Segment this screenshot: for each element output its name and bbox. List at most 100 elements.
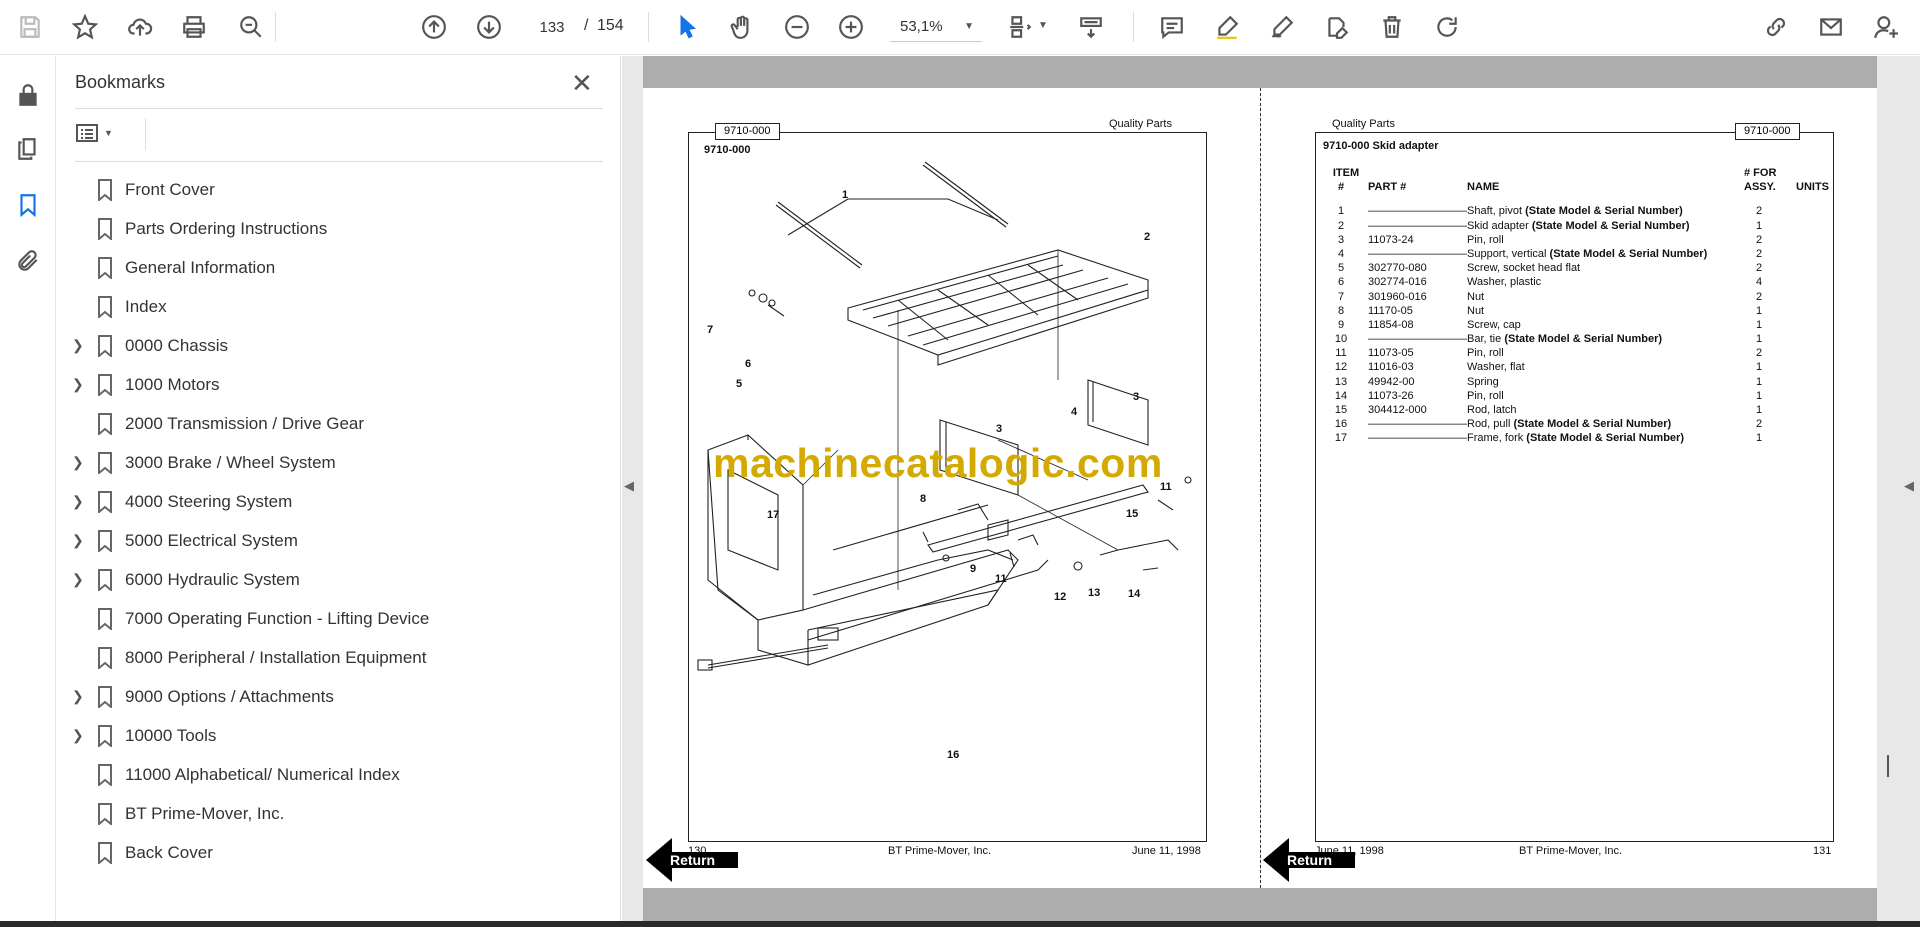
chevron-right-icon[interactable]: ❯ [72, 493, 86, 510]
draw-freehand-icon[interactable] [1264, 9, 1300, 45]
header-quality-parts: Quality Parts [1109, 118, 1172, 130]
list-options-icon [76, 124, 98, 142]
callout-15: 15 [1126, 508, 1138, 520]
bookmark-icon [98, 803, 112, 825]
fill-sign-icon[interactable] [1319, 9, 1355, 45]
pages-thumbnails-icon[interactable] [13, 134, 43, 164]
collapse-left-panel-icon[interactable]: ◀ [624, 478, 634, 494]
chevron-down-icon: ▼ [964, 21, 974, 32]
callout-9: 9 [970, 563, 976, 575]
chevron-right-icon[interactable]: ❯ [72, 571, 86, 588]
share-link-icon[interactable] [1758, 9, 1794, 45]
add-user-icon[interactable] [1868, 9, 1904, 45]
page-fit-chevron-icon[interactable]: ▼ [1038, 20, 1048, 31]
bookmark-item[interactable]: ❯ 0000 Chassis [57, 326, 621, 365]
cell-name: Washer, flat [1467, 361, 1744, 375]
lock-icon[interactable] [13, 80, 43, 110]
bookmark-item[interactable]: ❯ 10000 Tools [57, 716, 621, 755]
header-quality-parts-right: Quality Parts [1332, 118, 1395, 130]
cell-qty: 1 [1755, 333, 1763, 346]
cell-part: 11170-05 [1368, 304, 1413, 317]
callout-2: 2 [1144, 231, 1150, 243]
table-row: 1 ————————— Shaft, pivot (State Model & Se… [1326, 205, 1829, 219]
star-icon[interactable] [67, 9, 103, 45]
bookmark-item[interactable]: Parts Ordering Instructions [57, 209, 621, 248]
cell-qty: 1 [1755, 361, 1763, 374]
chevron-right-icon[interactable]: ❯ [72, 532, 86, 549]
zoom-out-icon[interactable] [779, 9, 815, 45]
part-name: Nut [1467, 304, 1485, 317]
part-name: Pin, roll [1467, 233, 1504, 246]
bookmark-item[interactable]: ❯ 3000 Brake / Wheel System [57, 443, 621, 482]
cell-part: ————————— [1368, 247, 1467, 260]
hand-tool-icon[interactable] [724, 9, 760, 45]
return-button-left[interactable]: Return [670, 852, 715, 868]
comment-icon[interactable] [1154, 9, 1190, 45]
cell-part: 11016-03 [1368, 361, 1414, 374]
page-fit-icon[interactable] [1002, 9, 1038, 45]
chevron-right-icon[interactable]: ❯ [72, 688, 86, 705]
chevron-right-icon[interactable]: ❯ [72, 454, 86, 471]
col-item: # [1337, 181, 1345, 194]
cell-qty: 1 [1755, 219, 1763, 232]
expand-right-panel-icon[interactable]: ◀ [1904, 478, 1914, 494]
email-icon[interactable] [1813, 9, 1849, 45]
zoom-search-icon[interactable] [233, 9, 269, 45]
scrolling-mode-icon[interactable] [1073, 9, 1109, 45]
callout-7: 7 [707, 324, 713, 336]
bookmark-item[interactable]: ❯ 9000 Options / Attachments [57, 677, 621, 716]
save-icon[interactable] [12, 9, 48, 45]
upload-cloud-icon[interactable] [122, 9, 158, 45]
bookmark-item[interactable]: Front Cover [57, 170, 621, 209]
bookmarks-icon[interactable] [13, 190, 43, 220]
close-icon[interactable]: ✕ [571, 68, 593, 99]
bookmark-item[interactable]: 8000 Peripheral / Installation Equipment [57, 638, 621, 677]
bookmark-item[interactable]: General Information [57, 248, 621, 287]
bookmark-item[interactable]: ❯ 5000 Electrical System [57, 521, 621, 560]
chevron-right-icon[interactable]: ❯ [72, 727, 86, 744]
bookmark-item[interactable]: ❯ 6000 Hydraulic System [57, 560, 621, 599]
bookmark-label: 0000 Chassis [125, 335, 229, 355]
part-note: (State Model & Serial Number) [1504, 333, 1663, 346]
bookmark-item[interactable]: ❯ 1000 Motors [57, 365, 621, 404]
chevron-right-icon[interactable]: ❯ [72, 376, 86, 393]
zoom-level-select[interactable]: 53,1% ▼ [890, 12, 982, 42]
cell-qty: 1 [1755, 389, 1763, 402]
print-icon[interactable] [176, 9, 212, 45]
current-page-input[interactable]: 133 [528, 12, 576, 42]
attachments-paperclip-icon[interactable] [13, 246, 43, 276]
cell-name: Pin, roll [1467, 234, 1744, 248]
table-row: 13 49942-00 Spring 1 [1326, 376, 1829, 390]
bookmark-item[interactable]: ❯ 4000 Steering System [57, 482, 621, 521]
left-footer-date: June 11, 1998 [1132, 845, 1201, 857]
bookmark-options-button[interactable]: ▼ [75, 118, 146, 150]
scrollbar-thumb[interactable] [1887, 755, 1889, 777]
cell-part: 301960-016 [1368, 290, 1427, 303]
return-button-right[interactable]: Return [1287, 852, 1332, 868]
bookmark-item[interactable]: 2000 Transmission / Drive Gear [57, 404, 621, 443]
part-note: (State Model & Serial Number) [1526, 432, 1684, 445]
exploded-parts-diagram: 1 2 3 3 4 5 6 7 8 9 11 11 12 13 14 15 16… [697, 161, 1192, 761]
select-cursor-icon[interactable] [669, 9, 705, 45]
bookmark-label: General Information [125, 257, 276, 277]
cell-name: Rod, latch [1467, 404, 1744, 418]
next-page-icon[interactable] [471, 9, 507, 45]
highlight-pen-icon[interactable] [1209, 9, 1245, 45]
delete-trash-icon[interactable] [1374, 9, 1410, 45]
part-name: Spring [1467, 375, 1499, 388]
previous-page-icon[interactable] [416, 9, 452, 45]
bookmark-icon [98, 491, 112, 513]
cell-item: 1 [1337, 205, 1345, 218]
col-qty: ASSY. [1744, 181, 1776, 194]
left-footer-publisher: BT Prime-Mover, Inc. [888, 845, 992, 857]
bookmark-item[interactable]: Back Cover [57, 833, 621, 872]
rotate-icon[interactable] [1429, 9, 1465, 45]
cell-name: Washer, plastic [1467, 276, 1744, 290]
zoom-in-icon[interactable] [833, 9, 869, 45]
bookmark-item[interactable]: Index [57, 287, 621, 326]
bookmark-item[interactable]: 7000 Operating Function - Lifting Device [57, 599, 621, 638]
bookmark-item[interactable]: BT Prime-Mover, Inc. [57, 794, 621, 833]
chevron-right-icon[interactable]: ❯ [72, 337, 86, 354]
bookmark-label: 10000 Tools [125, 725, 217, 745]
bookmark-item[interactable]: 11000 Alphabetical/ Numerical Index [57, 755, 621, 794]
